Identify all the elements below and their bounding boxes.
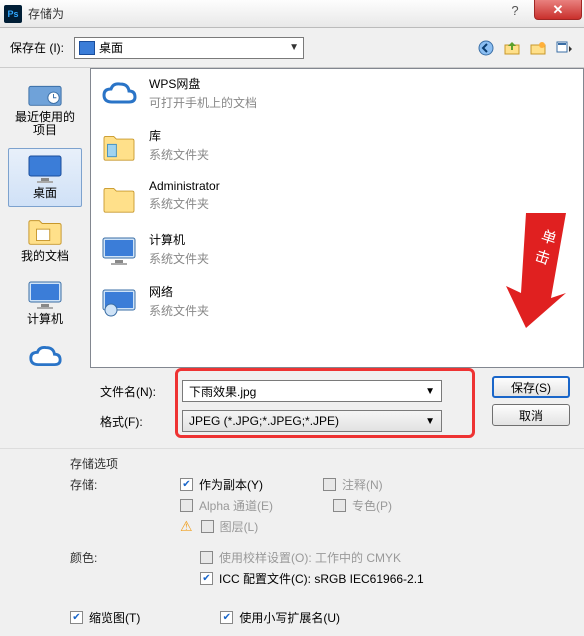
format-value: JPEG (*.JPG;*.JPEG;*.JPE)	[189, 414, 425, 428]
item-name: 网络	[149, 283, 209, 300]
place-recent[interactable]: 最近使用的项目	[8, 72, 82, 144]
item-sub: 系统文件夹	[149, 250, 209, 267]
place-label: 我的文档	[21, 250, 69, 263]
item-name: 库	[149, 127, 209, 144]
filename-input[interactable]: 下雨效果.jpg ▼	[182, 380, 442, 402]
icc-label: ICC 配置文件(C): sRGB IEC61966-2.1	[219, 570, 424, 587]
photoshop-icon: Ps	[4, 5, 22, 23]
places-bar: 最近使用的项目 桌面 我的文档 计算机 WPS网盘	[0, 68, 90, 368]
as-copy-label: 作为副本(Y)	[199, 476, 263, 493]
filename-value: 下雨效果.jpg	[189, 383, 425, 400]
item-sub: 系统文件夹	[149, 195, 220, 212]
list-item[interactable]: 计算机系统文件夹	[91, 225, 583, 277]
alpha-label: Alpha 通道(E)	[199, 497, 273, 514]
place-computer[interactable]: 计算机	[8, 274, 82, 333]
titlebar: Ps 存储为	[0, 0, 584, 28]
lowercase-ext-label: 使用小写扩展名(U)	[239, 609, 340, 626]
save-button[interactable]: 保存(S)	[492, 376, 570, 398]
item-sub: 可打开手机上的文档	[149, 94, 257, 111]
thumbnail-label: 缩览图(T)	[89, 609, 140, 626]
desktop-icon	[79, 41, 95, 55]
view-menu-button[interactable]	[554, 38, 574, 58]
proof-label: 使用校样设置(O): 工作中的 CMYK	[219, 549, 401, 566]
list-item[interactable]: 网络系统文件夹	[91, 277, 583, 329]
place-mydocs[interactable]: 我的文档	[8, 211, 82, 270]
warning-icon: ⚠	[180, 518, 193, 535]
item-sub: 系统文件夹	[149, 302, 209, 319]
chevron-down-icon: ▼	[425, 416, 435, 427]
place-label: 计算机	[27, 313, 63, 326]
help-button[interactable]	[498, 0, 532, 20]
lowercase-ext-checkbox[interactable]	[220, 611, 233, 624]
save-in-label: 保存在 (I):	[10, 39, 64, 56]
spot-checkbox	[333, 499, 346, 512]
alpha-checkbox	[180, 499, 193, 512]
item-name: WPS网盘	[149, 75, 257, 92]
save-in-value: 桌面	[99, 39, 289, 56]
item-name: Administrator	[149, 179, 220, 193]
format-label: 格式(F):	[100, 413, 172, 430]
save-in-dropdown[interactable]: 桌面 ▼	[74, 37, 304, 59]
list-item[interactable]: Administrator 系统文件夹	[91, 173, 583, 225]
chevron-down-icon: ▼	[425, 386, 435, 397]
filename-area: 文件名(N): 下雨效果.jpg ▼ 格式(F): JPEG (*.JPG;*.…	[0, 368, 584, 448]
close-button[interactable]	[534, 0, 582, 20]
chevron-down-icon: ▼	[289, 42, 299, 53]
location-toolbar: 保存在 (I): 桌面 ▼	[0, 28, 584, 68]
new-folder-button[interactable]	[528, 38, 548, 58]
place-label: 最近使用的项目	[11, 111, 79, 137]
place-label: 桌面	[33, 187, 57, 200]
place-desktop[interactable]: 桌面	[8, 148, 82, 207]
annotations-label: 注释(N)	[342, 476, 383, 493]
store-label: 存储:	[70, 476, 110, 493]
file-list[interactable]: WPS网盘可打开手机上的文档 库系统文件夹 Administrator 系统文件夹…	[90, 68, 584, 368]
annotations-checkbox	[323, 478, 336, 491]
main-area: 最近使用的项目 桌面 我的文档 计算机 WPS网盘 WPS网盘可打开手机上的文档…	[0, 68, 584, 368]
proof-checkbox	[200, 551, 213, 564]
cancel-button[interactable]: 取消	[492, 404, 570, 426]
back-button[interactable]	[476, 38, 496, 58]
layers-checkbox	[201, 520, 214, 533]
thumbnail-checkbox[interactable]	[70, 611, 83, 624]
item-name: 计算机	[149, 231, 209, 248]
layers-label: 图层(L)	[220, 518, 259, 535]
item-sub: 系统文件夹	[149, 146, 209, 163]
list-item[interactable]: WPS网盘可打开手机上的文档	[91, 69, 583, 121]
options-title: 存储选项	[70, 455, 570, 472]
color-label: 颜色:	[70, 549, 110, 566]
icc-checkbox[interactable]	[200, 572, 213, 585]
as-copy-checkbox[interactable]	[180, 478, 193, 491]
format-dropdown[interactable]: JPEG (*.JPG;*.JPEG;*.JPE) ▼	[182, 410, 442, 432]
list-item[interactable]: 库系统文件夹	[91, 121, 583, 173]
save-options: 存储选项 存储: 作为副本(Y) 注释(N) Alpha 通道(E) 专色(P)…	[0, 448, 584, 636]
filename-label: 文件名(N):	[100, 383, 172, 400]
up-button[interactable]	[502, 38, 522, 58]
spot-label: 专色(P)	[352, 497, 392, 514]
